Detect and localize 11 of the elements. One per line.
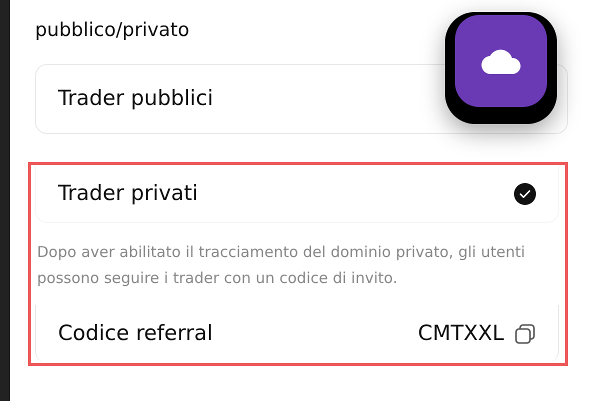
copy-icon[interactable]	[514, 323, 536, 345]
option-label: Trader privati	[58, 180, 198, 207]
referral-code: CMTXXL	[418, 320, 504, 348]
description-text: Dopo aver abilitato il tracciamento del dominio privato, gli utenti possono seguire i trader con un codice di invito.	[37, 242, 526, 289]
option-label: Trader pubblici	[58, 85, 214, 112]
option-row[interactable]: Trader privati	[35, 165, 559, 223]
section-title: pubblico/privato	[35, 18, 190, 43]
referral-label: Codice referral	[58, 320, 213, 348]
cloud-icon	[481, 48, 521, 74]
check-icon	[514, 182, 536, 204]
app-icon[interactable]	[445, 12, 557, 124]
